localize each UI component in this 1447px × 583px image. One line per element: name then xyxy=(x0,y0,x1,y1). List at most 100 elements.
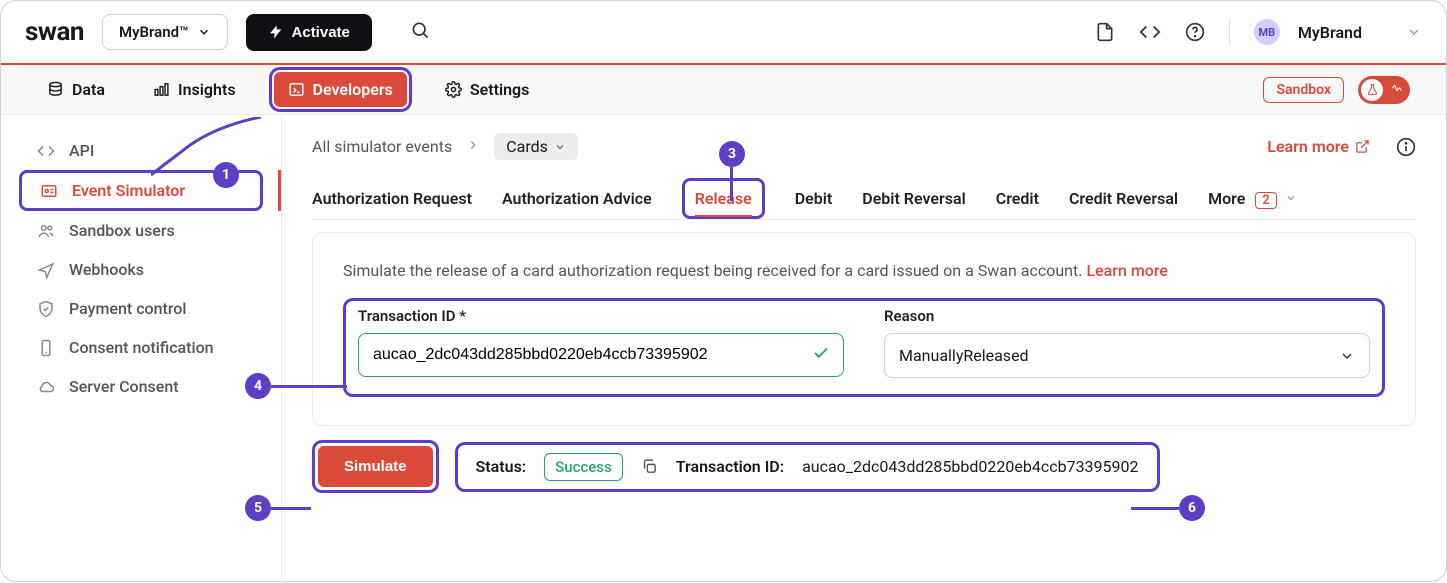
sidebar: API Event Simulator Sandbox users Webhoo… xyxy=(1,115,281,583)
nav-data[interactable]: Data xyxy=(37,74,115,105)
avatar[interactable]: MB xyxy=(1254,19,1280,45)
reason-label: Reason xyxy=(884,307,1370,325)
search-button[interactable] xyxy=(410,20,430,44)
chevron-down-icon xyxy=(554,141,566,153)
breadcrumb: All simulator events Cards Learn more xyxy=(312,133,1416,160)
nav-developers[interactable]: Developers xyxy=(274,72,407,107)
sidebar-item-server-consent[interactable]: Server Consent xyxy=(1,367,281,406)
simulate-button-highlight: Simulate xyxy=(312,440,439,493)
database-icon xyxy=(47,81,64,98)
tab-release[interactable]: Release xyxy=(682,178,765,219)
status-label: Status: xyxy=(476,457,527,476)
simulate-button[interactable]: Simulate xyxy=(318,446,433,487)
status-box: Status: Success Transaction ID: aucao_2d… xyxy=(455,442,1160,492)
tab-auth-advice[interactable]: Authorization Advice xyxy=(502,179,652,218)
transaction-id-input[interactable] xyxy=(358,333,844,377)
result-txn-id-value: aucao_2dc043dd285bbd0220eb4ccb73395902 xyxy=(802,457,1138,476)
tab-credit-reversal[interactable]: Credit Reversal xyxy=(1069,179,1178,218)
code-button[interactable] xyxy=(1139,21,1161,43)
divider xyxy=(1229,18,1230,46)
live-icon xyxy=(1390,81,1404,98)
nav-settings-label: Settings xyxy=(470,80,530,99)
nav-insights[interactable]: Insights xyxy=(143,74,246,105)
action-row: Simulate Status: Success Transaction ID:… xyxy=(312,440,1416,493)
sidebar-item-consent-notification[interactable]: Consent notification xyxy=(1,328,281,367)
copy-icon[interactable] xyxy=(641,458,658,475)
result-txn-id-label: Transaction ID: xyxy=(676,457,784,476)
form-col-reason: Reason ManuallyReleased xyxy=(884,307,1370,378)
form-row: Transaction ID * Reason ManuallyReleased xyxy=(343,298,1385,397)
tab-debit-reversal[interactable]: Debit Reversal xyxy=(862,179,965,218)
sidebar-item-payment-control[interactable]: Payment control xyxy=(1,289,281,328)
simulator-icon xyxy=(40,182,58,200)
gear-icon xyxy=(445,81,462,98)
brand-selector-label: MyBrand™ xyxy=(119,23,189,41)
bolt-icon xyxy=(268,24,284,40)
reason-select-value: ManuallyReleased xyxy=(899,346,1029,365)
sidebar-item-label: Payment control xyxy=(69,299,186,318)
breadcrumb-root[interactable]: All simulator events xyxy=(312,137,452,156)
nav-data-label: Data xyxy=(72,80,105,99)
sidebar-item-api[interactable]: API xyxy=(1,131,281,170)
chevron-right-icon xyxy=(466,137,480,156)
sidebar-item-label: Sandbox users xyxy=(69,221,175,240)
learn-more-label: Learn more xyxy=(1267,137,1349,156)
check-icon xyxy=(812,344,830,366)
sidebar-item-label: Event Simulator xyxy=(72,181,185,200)
code-icon xyxy=(1139,21,1161,43)
sidebar-item-webhooks[interactable]: Webhooks xyxy=(1,250,281,289)
card-learn-more-link[interactable]: Learn more xyxy=(1086,261,1167,280)
nav-developers-label: Developers xyxy=(313,80,393,99)
docs-button[interactable] xyxy=(1095,22,1115,42)
chevron-down-icon xyxy=(1285,192,1297,204)
account-menu[interactable] xyxy=(1406,24,1422,40)
sidebar-item-label: Webhooks xyxy=(69,260,144,279)
info-icon[interactable] xyxy=(1396,137,1416,157)
users-icon xyxy=(37,222,55,240)
chevron-down-icon xyxy=(1406,24,1422,40)
code-icon xyxy=(37,142,55,160)
body-layout: API Event Simulator Sandbox users Webhoo… xyxy=(1,115,1446,583)
more-count-badge: 2 xyxy=(1255,192,1276,209)
simulator-card: Simulate the release of a card authoriza… xyxy=(312,232,1416,426)
tab-credit[interactable]: Credit xyxy=(996,179,1039,218)
chevron-down-icon xyxy=(197,25,211,39)
learn-more-link[interactable]: Learn more xyxy=(1267,137,1370,156)
terminal-icon xyxy=(288,81,305,98)
sidebar-item-event-simulator[interactable]: Event Simulator xyxy=(19,170,263,211)
tab-more-label: More xyxy=(1208,189,1245,208)
breadcrumb-current-label: Cards xyxy=(506,137,548,156)
subtabs: Authorization Request Authorization Advi… xyxy=(312,178,1416,220)
main-content: All simulator events Cards Learn more Au… xyxy=(281,115,1446,583)
avatar-initials: MB xyxy=(1259,26,1276,39)
help-button[interactable] xyxy=(1185,22,1205,42)
form-col-txn: Transaction ID * xyxy=(358,307,844,378)
sandbox-badge[interactable]: Sandbox xyxy=(1263,77,1344,103)
tab-auth-request[interactable]: Authorization Request xyxy=(312,179,472,218)
sidebar-item-sandbox-users[interactable]: Sandbox users xyxy=(1,211,281,250)
sidebar-item-label: API xyxy=(69,141,94,160)
cloud-icon xyxy=(37,378,55,396)
activate-button-label: Activate xyxy=(292,24,350,41)
search-icon xyxy=(410,20,430,40)
sidebar-item-label: Server Consent xyxy=(69,377,179,396)
help-icon xyxy=(1185,22,1205,42)
environment-toggle[interactable] xyxy=(1358,76,1410,104)
file-icon xyxy=(1095,22,1115,42)
brand-selector[interactable]: MyBrand™ xyxy=(102,14,228,50)
chart-icon xyxy=(153,81,170,98)
logo: swan xyxy=(25,17,84,47)
account-name: MyBrand xyxy=(1298,23,1362,42)
toggle-knob xyxy=(1361,79,1383,101)
breadcrumb-current[interactable]: Cards xyxy=(494,133,578,160)
sidebar-item-label: Consent notification xyxy=(69,338,214,357)
topbar: swan MyBrand™ Activate MB MyBrand xyxy=(1,1,1446,65)
reason-select[interactable]: ManuallyReleased xyxy=(884,333,1370,378)
nav-settings[interactable]: Settings xyxy=(435,74,540,105)
status-badge: Success xyxy=(544,453,623,481)
nav-insights-label: Insights xyxy=(178,80,236,99)
tab-debit[interactable]: Debit xyxy=(795,179,833,218)
transaction-id-label: Transaction ID * xyxy=(358,307,844,325)
tab-more[interactable]: More 2 xyxy=(1208,179,1297,218)
activate-button[interactable]: Activate xyxy=(246,14,372,51)
